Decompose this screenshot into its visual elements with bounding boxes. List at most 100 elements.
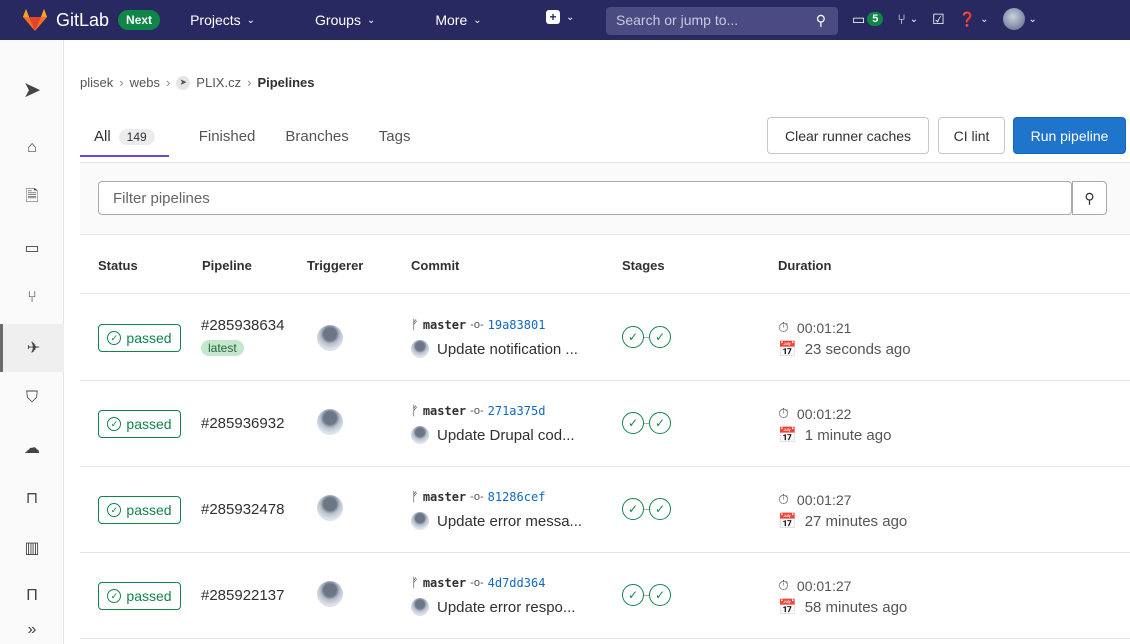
triggerer-avatar[interactable] xyxy=(317,581,343,607)
header-status: Status xyxy=(98,258,138,273)
todos-button[interactable]: ☑ xyxy=(932,11,945,28)
stage-passed-icon[interactable]: ✓ xyxy=(622,412,644,434)
issues-icon: ▭ xyxy=(852,10,866,27)
user-menu-button[interactable]: ⌄ xyxy=(1002,8,1037,30)
sidebar-item-ci-cd[interactable]: ✈ xyxy=(0,324,64,372)
chevron-down-icon: ⌄ xyxy=(980,13,989,25)
triggerer-avatar[interactable] xyxy=(317,409,343,435)
timer-icon: ⏱ xyxy=(778,577,789,593)
triggerer-avatar[interactable] xyxy=(317,495,343,521)
breadcrumb-item[interactable]: webs xyxy=(130,75,160,90)
pipeline-id[interactable]: #285922137 xyxy=(201,587,284,604)
commit-message[interactable]: Update notification ... xyxy=(437,341,578,358)
tab-all-count: 149 xyxy=(118,128,155,145)
commit-sha[interactable]: 19a83801 xyxy=(488,318,546,332)
status-badge[interactable]: ✓ passed xyxy=(98,410,181,438)
project-avatar: ➤ xyxy=(176,75,191,90)
nav-projects[interactable]: Projects ⌄ xyxy=(190,12,255,28)
stage-passed-icon[interactable]: ✓ xyxy=(622,326,644,348)
sidebar-item-merge-requests[interactable]: ⑂ xyxy=(0,274,64,322)
commit-message[interactable]: Update error messa... xyxy=(437,513,582,530)
timer-icon: ⏱ xyxy=(778,405,789,421)
sidebar-item-packages[interactable]: ⊓ xyxy=(0,474,64,522)
issues-count-badge: 5 xyxy=(867,12,884,26)
branch-name[interactable]: master xyxy=(423,490,466,504)
branch-name[interactable]: master xyxy=(423,404,466,418)
tab-finished[interactable]: Finished xyxy=(199,118,256,155)
tab-tags[interactable]: Tags xyxy=(379,118,411,155)
stage-passed-icon[interactable]: ✓ xyxy=(649,498,671,520)
duration: 00:01:27 xyxy=(796,491,852,508)
nav-more-label: More xyxy=(435,12,468,28)
next-badge[interactable]: Next xyxy=(118,10,161,30)
sidebar-item-repository[interactable]: 🗎 xyxy=(0,174,64,222)
breadcrumb-item[interactable]: plisek xyxy=(80,75,113,90)
nav-more[interactable]: More ⌄ xyxy=(435,12,481,28)
package-icon: ⊓ xyxy=(25,490,39,507)
pipeline-id[interactable]: #285936932 xyxy=(201,415,284,432)
commit-icon: -o- xyxy=(470,404,484,417)
stage-passed-icon[interactable]: ✓ xyxy=(622,584,644,606)
new-menu-button[interactable]: + ⌄ xyxy=(546,10,574,24)
sidebar-item-home[interactable]: ⌂ xyxy=(0,124,64,172)
table-row: ✓ passed #285936932 ᚠ master -o- 271a375d Up… xyxy=(80,381,1130,467)
chart-icon: ▥ xyxy=(24,540,40,557)
commit-icon: -o- xyxy=(470,490,484,503)
ci-lint-button[interactable]: CI lint xyxy=(938,117,1005,154)
clear-runner-caches-button[interactable]: Clear runner caches xyxy=(767,117,929,154)
merge-requests-button[interactable]: ⑂ ⌄ xyxy=(897,11,918,27)
status-badge[interactable]: ✓ passed xyxy=(98,324,181,352)
stage-passed-icon[interactable]: ✓ xyxy=(622,498,644,520)
commit-sha[interactable]: 4d7dd364 xyxy=(488,576,546,590)
commit-sha[interactable]: 81286cef xyxy=(488,490,546,504)
sidebar-collapse-button[interactable]: » xyxy=(0,606,64,644)
stage-passed-icon[interactable]: ✓ xyxy=(649,326,671,348)
shield-icon: ⛉ xyxy=(25,389,38,406)
sidebar-item-security[interactable]: ⛉ xyxy=(0,374,64,422)
check-circle-icon: ✓ xyxy=(107,417,122,431)
issues-button[interactable]: ▭ 5 xyxy=(852,10,884,28)
run-pipeline-button[interactable]: Run pipeline xyxy=(1013,117,1126,154)
tab-branches[interactable]: Branches xyxy=(285,118,348,155)
chevron-down-icon: ⌄ xyxy=(1028,13,1037,25)
tab-all[interactable]: All 149 xyxy=(80,118,169,157)
nav-groups[interactable]: Groups ⌄ xyxy=(315,12,375,28)
sidebar-item-operations[interactable]: ☁ xyxy=(0,424,64,472)
stage-passed-icon[interactable]: ✓ xyxy=(649,412,671,434)
search-input[interactable]: Search or jump to... ⚲ xyxy=(606,7,838,35)
pipeline-id[interactable]: #285938634 xyxy=(201,317,284,334)
sidebar-item-analytics[interactable]: ▥ xyxy=(0,524,64,572)
commit-message[interactable]: Update Drupal cod... xyxy=(437,427,575,444)
sidebar-item-issues[interactable]: ▭ xyxy=(0,224,64,272)
help-icon: ❓ xyxy=(958,10,977,27)
filter-search-button[interactable]: ⚲ xyxy=(1072,181,1107,215)
commit-message[interactable]: Update error respo... xyxy=(437,599,575,616)
latest-badge: latest xyxy=(201,340,244,356)
pipeline-id[interactable]: #285932478 xyxy=(201,501,284,518)
branch-name[interactable]: master xyxy=(423,576,466,590)
breadcrumb-item[interactable]: PLIX.cz xyxy=(196,75,241,90)
todo-icon: ☑ xyxy=(932,10,945,27)
branch-name[interactable]: master xyxy=(423,318,466,332)
status-label: passed xyxy=(126,588,172,604)
chevron-down-icon: ⌄ xyxy=(909,13,919,25)
status-badge[interactable]: ✓ passed xyxy=(98,582,181,610)
sidebar-item-project[interactable]: ➤ xyxy=(0,66,64,114)
triggerer-avatar[interactable] xyxy=(317,325,343,351)
help-button[interactable]: ❓ ⌄ xyxy=(959,11,989,28)
avatar xyxy=(411,426,429,444)
commit-icon: -o- xyxy=(470,318,484,331)
duration: 00:01:27 xyxy=(796,577,852,594)
calendar-icon: 📅 xyxy=(778,599,797,616)
plus-icon: + xyxy=(546,10,560,24)
gitlab-logo[interactable]: GitLab Next xyxy=(22,8,161,32)
finished-ago: 27 minutes ago xyxy=(804,512,908,530)
filter-pipelines-input[interactable]: Filter pipelines xyxy=(98,181,1072,215)
stage-passed-icon[interactable]: ✓ xyxy=(649,584,671,606)
rocket-icon: ✈ xyxy=(26,340,41,357)
status-badge[interactable]: ✓ passed xyxy=(98,496,181,524)
duration: 00:01:21 xyxy=(796,319,852,336)
breadcrumb-current[interactable]: Pipelines xyxy=(257,75,314,90)
chevron-right-icon: › xyxy=(247,75,252,90)
commit-sha[interactable]: 271a375d xyxy=(488,404,546,418)
